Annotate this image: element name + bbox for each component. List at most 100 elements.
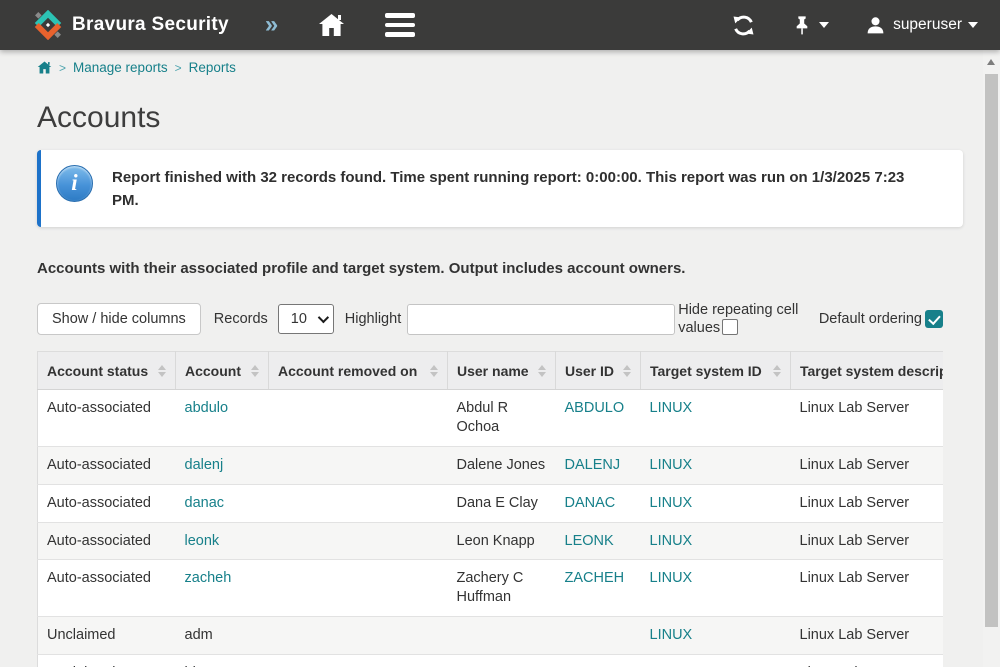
scrollbar-up-arrow-icon[interactable] [987,59,995,65]
default-ordering-control: Default ordering [819,310,943,328]
expand-menu-icon[interactable]: » [265,13,278,37]
cell-account-status: Auto-associated [38,390,176,447]
breadcrumb-manage-reports-link[interactable]: Manage reports [73,60,168,75]
account-link[interactable]: danac [185,495,225,511]
show-hide-columns-button[interactable]: Show / hide columns [37,303,201,335]
cell-account-removed-on [269,446,448,484]
hamburger-icon [385,13,415,18]
user-id-link[interactable]: ABDULO [565,400,625,416]
cell-target-system-id: LINUX [641,522,791,560]
cell-text: Abdul R Ochoa [457,400,509,435]
column-header-account-removed-on[interactable]: Account removed on [269,352,448,390]
report-table: Account statusAccountAccount removed onU… [37,351,943,667]
brand-home-link[interactable]: Bravura Security [33,10,229,40]
hide-repeating-checkbox[interactable] [722,319,738,335]
cell-account: danac [176,484,269,522]
caret-down-icon [819,22,829,28]
user-id-link[interactable]: DANAC [565,495,616,511]
hide-repeating-values-control: Hide repeating cell values [678,301,811,337]
column-label: Account status [47,363,152,379]
cell-target-system-id: LINUX [641,446,791,484]
cell-user-name: Zachery C Huffman [448,560,556,617]
column-label: Account [185,363,245,379]
user-menu-button[interactable]: superuser [865,15,978,36]
account-link[interactable]: zacheh [185,570,232,586]
home-icon [318,13,345,37]
page-scrollbar[interactable] [983,50,1000,667]
target-system-link[interactable]: LINUX [650,457,693,473]
scrollbar-thumb[interactable] [985,74,998,627]
column-header-user-id[interactable]: User ID [556,352,641,390]
highlight-input[interactable] [407,304,675,335]
records-label: Records [214,311,268,327]
user-id-link[interactable]: DALENJ [565,457,621,473]
breadcrumb-separator: > [59,61,66,75]
breadcrumb: > Manage reports > Reports [0,50,1000,75]
refresh-button[interactable] [732,14,755,37]
brand-name: Bravura Security [72,14,229,36]
report-status-text: Report finished with 32 records found. T… [112,165,910,212]
account-link[interactable]: dalenj [185,457,224,473]
top-navbar: Bravura Security » [0,0,1000,50]
target-system-link[interactable]: LINUX [650,533,693,549]
target-system-link[interactable]: LINUX [650,495,693,511]
cell-target-system-description: Linux Lab Server [791,484,944,522]
column-header-account[interactable]: Account [176,352,269,390]
records-select[interactable]: 10 [278,304,334,334]
table-header-row: Account statusAccountAccount removed onU… [38,352,944,390]
breadcrumb-reports-link[interactable]: Reports [189,60,236,75]
cell-account-status: Auto-associated [38,522,176,560]
cell-user-name: Dana E Clay [448,484,556,522]
default-ordering-checkbox[interactable] [925,310,943,328]
user-id-link[interactable]: ZACHEH [565,570,625,586]
report-description: Accounts with their associated profile a… [37,260,963,277]
home-button[interactable] [318,13,345,37]
cell-account-status: Auto-associated [38,484,176,522]
cell-account-status: Unclaimed [38,655,176,667]
cell-account-removed-on [269,560,448,617]
column-header-user-name[interactable]: User name [448,352,556,390]
target-system-link[interactable]: LINUX [650,570,693,586]
breadcrumb-home-link[interactable] [37,61,52,74]
column-header-target-system-id[interactable]: Target system ID [641,352,791,390]
pin-menu-button[interactable] [791,14,829,37]
cell-text: Unclaimed [47,627,116,643]
target-system-link[interactable]: LINUX [650,400,693,416]
username-label: superuser [893,16,962,34]
cell-account-removed-on [269,617,448,655]
column-header-account-status[interactable]: Account status [38,352,176,390]
sort-icon [158,365,166,377]
cell-text: Linux Lab Server [800,533,910,549]
cell-account-removed-on [269,484,448,522]
cell-account-removed-on [269,522,448,560]
caret-down-icon [968,22,978,28]
cell-target-system-description: Linux Lab Server [791,446,944,484]
report-table-container: Account statusAccountAccount removed onU… [37,351,943,667]
cell-target-system-description: Linux Lab Server [791,560,944,617]
sort-icon [538,365,546,377]
account-link[interactable]: leonk [185,533,220,549]
cell-text: Linux Lab Server [800,570,910,586]
main-menu-button[interactable] [385,13,415,37]
cell-user-name [448,617,556,655]
sort-icon [430,365,438,377]
target-system-link[interactable]: LINUX [650,627,693,643]
cell-target-system-id: LINUX [641,484,791,522]
account-link[interactable]: abdulo [185,400,229,416]
cell-target-system-description: Linux Lab Server [791,522,944,560]
breadcrumb-home-icon [37,61,52,74]
records-select-value: 10 [291,311,307,327]
cell-account: leonk [176,522,269,560]
table-row: Auto-associated danac Dana E Clay DANAC LINU… [38,484,944,522]
column-header-target-system-description[interactable]: Target system description [791,352,944,390]
column-label: Target system description [800,363,943,379]
cell-account-status: Auto-associated [38,560,176,617]
cell-text: Linux Lab Server [800,627,910,643]
cell-text: Dalene Jones [457,457,546,473]
cell-target-system-id: LINUX [641,390,791,447]
cell-user-name: Abdul R Ochoa [448,390,556,447]
user-id-link[interactable]: LEONK [565,533,614,549]
cell-text: Auto-associated [47,400,151,416]
cell-account: dalenj [176,446,269,484]
cell-account: adm [176,617,269,655]
